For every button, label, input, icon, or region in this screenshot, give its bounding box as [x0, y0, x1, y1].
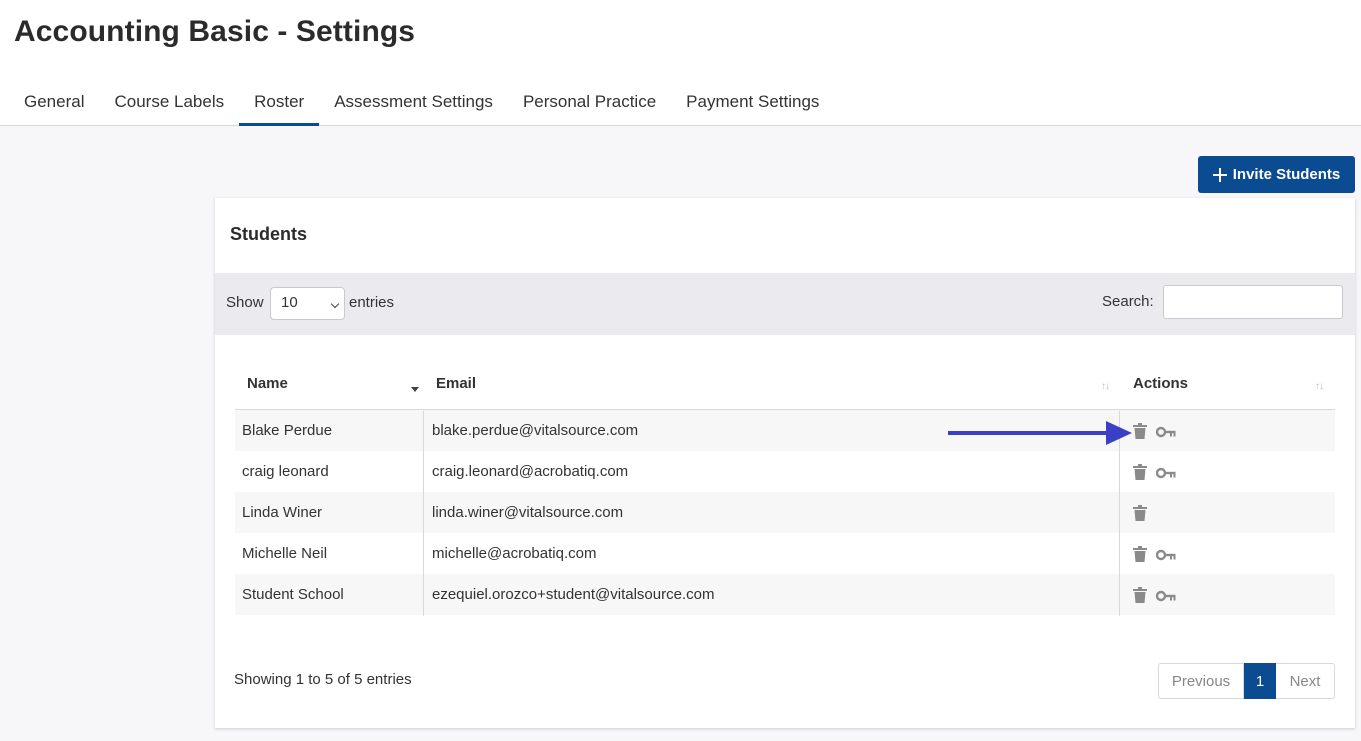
- column-header-actions[interactable]: Actions: [1133, 375, 1188, 392]
- column-header-name[interactable]: Name: [247, 375, 288, 392]
- student-email: linda.winer@vitalsource.com: [432, 504, 624, 521]
- trash-icon[interactable]: [1133, 423, 1147, 439]
- page-title: Accounting Basic - Settings: [14, 15, 416, 48]
- trash-icon[interactable]: [1133, 546, 1147, 562]
- invite-students-button[interactable]: Invite Students: [1198, 156, 1355, 193]
- key-icon[interactable]: [1156, 467, 1176, 479]
- pagination-next-button[interactable]: Next: [1276, 663, 1335, 699]
- plus-icon: [1212, 167, 1227, 182]
- column-divider: [423, 411, 424, 616]
- student-email: michelle@acrobatiq.com: [432, 545, 597, 562]
- tab-personal-practice[interactable]: Personal Practice: [508, 84, 671, 126]
- key-icon[interactable]: [1156, 549, 1176, 561]
- student-name: Michelle Neil: [242, 545, 328, 562]
- student-name: craig leonard: [242, 463, 329, 480]
- show-label: Show: [226, 294, 264, 311]
- chevron-down-icon: [330, 299, 340, 309]
- tab-roster[interactable]: Roster: [239, 84, 320, 126]
- tab-assessment-settings[interactable]: Assessment Settings: [319, 84, 508, 126]
- table-row: Student School ezequiel.orozco+student@v…: [235, 574, 1335, 615]
- pagination-previous-button[interactable]: Previous: [1158, 663, 1244, 699]
- pagination-page-1[interactable]: 1: [1244, 663, 1276, 699]
- table-row: Blake Perdue blake.perdue@vitalsource.co…: [235, 410, 1335, 451]
- trash-icon[interactable]: [1133, 587, 1147, 603]
- tab-payment-settings[interactable]: Payment Settings: [671, 84, 834, 126]
- entries-label: entries: [349, 294, 395, 311]
- tab-course-labels[interactable]: Course Labels: [99, 84, 239, 126]
- pagination: Previous 1 Next: [1158, 663, 1335, 699]
- trash-icon[interactable]: [1133, 505, 1147, 521]
- entries-select[interactable]: 10: [270, 287, 345, 320]
- student-name: Blake Perdue: [242, 422, 333, 439]
- students-title: Students: [230, 224, 308, 244]
- table-info: Showing 1 to 5 of 5 entries: [234, 671, 412, 688]
- entries-select-value: 10: [281, 294, 298, 311]
- student-email: blake.perdue@vitalsource.com: [432, 422, 639, 439]
- search-label: Search:: [1102, 293, 1154, 310]
- page-header: Accounting Basic - Settings General Cour…: [0, 0, 1361, 126]
- table-row: craig leonard craig.leonard@acrobatiq.co…: [235, 451, 1335, 492]
- sort-descending-icon: [411, 387, 419, 392]
- tab-general[interactable]: General: [9, 84, 99, 126]
- sort-both-icon: ↑↓: [1315, 381, 1324, 392]
- table-row: Linda Winer linda.winer@vitalsource.com: [235, 492, 1335, 533]
- settings-tabs: General Course Labels Roster Assessment …: [9, 84, 834, 126]
- sort-both-icon: ↑↓: [1101, 381, 1110, 392]
- students-panel: Students Show 10 entries Search: Name Em…: [215, 198, 1355, 728]
- student-email: craig.leonard@acrobatiq.com: [432, 463, 629, 480]
- student-email: ezequiel.orozco+student@vitalsource.com: [432, 586, 715, 603]
- student-name: Linda Winer: [242, 504, 323, 521]
- annotation-arrow-icon: [948, 421, 1132, 445]
- table-toolbar: Show 10 entries Search:: [215, 273, 1355, 335]
- table-header: Name Email ↑↓ Actions ↑↓: [235, 360, 1335, 410]
- column-header-email[interactable]: Email: [436, 375, 476, 392]
- trash-icon[interactable]: [1133, 464, 1147, 480]
- student-name: Student School: [242, 586, 344, 603]
- invite-students-label: Invite Students: [1232, 166, 1341, 183]
- table-row: Michelle Neil michelle@acrobatiq.com: [235, 533, 1335, 574]
- key-icon[interactable]: [1156, 590, 1176, 602]
- students-table: Name Email ↑↓ Actions ↑↓ Blake Perdue bl…: [235, 360, 1335, 616]
- search-input[interactable]: [1163, 285, 1343, 319]
- key-icon[interactable]: [1156, 426, 1176, 438]
